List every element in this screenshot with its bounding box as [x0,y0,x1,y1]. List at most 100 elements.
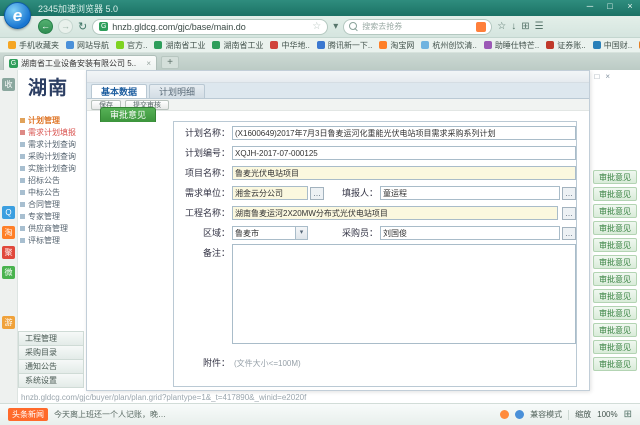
plan-no-input[interactable] [232,146,576,160]
sidebar-nav-item[interactable]: 实施计划查询 [20,162,84,174]
buyer-picker-button[interactable]: … [562,227,576,240]
sidebar-shortcut-icon[interactable]: 游 [2,316,15,329]
search-input[interactable] [362,22,472,31]
address-dropdown-icon[interactable]: ▾ [333,21,338,32]
approval-opinion-button[interactable]: 审批意见 [593,272,637,286]
bookmark-favicon [421,41,429,49]
bookmark-star-icon[interactable]: ☆ [312,21,321,32]
approval-opinion-button[interactable]: 审批意见 [593,306,637,320]
remark-textarea[interactable] [232,244,576,344]
nav-group-bar[interactable]: 系统设置 [18,373,84,388]
nav-group-bar[interactable]: 采购目录 [18,345,84,360]
bookmark-favicon [154,41,162,49]
bookmark-item[interactable]: 淘宝网 [379,40,414,51]
compat-mode-icon[interactable] [515,410,524,419]
approval-opinion-button[interactable]: 审批意见 [593,340,637,354]
news-ticker[interactable]: 今天离上班还一个人记账，晚… [54,409,494,420]
bookmark-item[interactable]: 助睡仕特芒.. [484,40,539,51]
approval-opinion-button[interactable]: 审批意见 [593,170,637,184]
eng-name-picker-button[interactable]: … [562,207,576,220]
new-tab-button[interactable]: + [161,56,179,69]
inner-maximize-icon[interactable]: □ [594,72,599,81]
browser-content: 收 Q 淘 聚 微 游 湖南 □ × [0,70,640,403]
bookmark-item[interactable]: 中华地.. [270,40,309,51]
demand-unit-input[interactable] [232,186,308,200]
bookmark-item[interactable]: 湖南省工业 [154,40,205,51]
plan-name-input[interactable] [232,126,576,140]
bookmark-item[interactable]: 中国财.. [593,40,632,51]
close-button[interactable]: × [624,1,636,11]
back-button[interactable]: ← [38,19,53,34]
filler-picker-button[interactable]: … [562,187,576,200]
tab-basic-data[interactable]: 基本数据 [91,84,147,98]
sidebar-nav-item[interactable]: 采购计划查询 [20,150,84,162]
url-text[interactable]: hnzb.gldcg.com/gjc/base/main.do [112,22,308,32]
search-box[interactable] [343,19,492,35]
browser-logo[interactable]: e [4,2,31,29]
compat-mode-label[interactable]: 兼容模式 [530,409,562,420]
eng-name-input[interactable] [232,206,558,220]
approval-opinion-button[interactable]: 审批意见 [593,323,637,337]
plan-form: 计划名称： 计划编号： 项目名称： 需求单位： … [173,121,577,387]
nav-label: 合同管理 [28,199,60,210]
approval-opinion-button[interactable]: 审批意见 [593,221,637,235]
nav-bullet-icon [20,238,25,243]
approval-section-tab[interactable]: 审批意见 [100,107,156,122]
download-icon[interactable]: ↓ [511,21,516,32]
approval-opinion-button[interactable]: 审批意见 [593,204,637,218]
sidebar-nav-item[interactable]: 需求计划查询 [20,138,84,150]
approval-opinion-button[interactable]: 审批意见 [593,357,637,371]
panel-grid-icon[interactable]: ⊞ [624,409,632,420]
sidebar-nav-item[interactable]: 合同管理 [20,198,84,210]
refresh-button[interactable]: ↻ [78,20,87,33]
inner-close-icon[interactable]: × [605,72,610,81]
forward-button[interactable]: → [58,19,73,34]
news-badge[interactable]: 头条新闻 [8,408,48,421]
bookmark-label: 中华地.. [281,40,309,51]
approval-opinion-button[interactable]: 审批意见 [593,187,637,201]
approval-opinion-button[interactable]: 审批意见 [593,255,637,269]
sidebar-nav: 计划管理 需求计划填报 需求计划查询 采购计划查询 [20,114,84,246]
coupon-icon[interactable] [476,22,486,32]
menu-icon[interactable]: ☰ [535,21,544,32]
bookmark-item[interactable]: 证券账.. [546,40,585,51]
bookmark-item[interactable]: 官方.. [116,40,147,51]
bookmark-item[interactable]: 湖南省工业 [212,40,263,51]
sidebar-nav-item[interactable]: 评标管理 [20,234,84,246]
maximize-button[interactable]: □ [604,1,616,11]
sidebar-shortcut-icon[interactable]: 淘 [2,226,15,239]
favorites-icon[interactable]: ☆ [497,21,506,32]
sidebar-nav-item[interactable]: 专家管理 [20,210,84,222]
nav-group-bar[interactable]: 通知公告 [18,359,84,374]
bookmark-item[interactable]: 手机收藏夹 [8,40,59,51]
demand-unit-row: 需求单位： … 填报人： … [174,186,576,202]
browser-tab[interactable]: G 湖南省工业设备安装有限公司 5.. × [3,55,157,70]
zoom-value[interactable]: 100% [597,410,617,419]
sidebar-shortcut-icon[interactable]: Q [2,206,15,219]
bookmark-item[interactable]: 网站导航 [66,40,109,51]
sidebar-shortcut-icon[interactable]: 聚 [2,246,15,259]
bookmark-item[interactable]: 杭州创饮清.. [421,40,476,51]
sidebar-nav-item[interactable]: 中标公告 [20,186,84,198]
sidebar-nav-item[interactable]: 计划管理 [20,114,84,126]
minimize-button[interactable]: ─ [584,1,596,11]
tab-plan-detail[interactable]: 计划明细 [149,84,205,98]
sidebar-nav-item[interactable]: 招标公告 [20,174,84,186]
buyer-input[interactable] [380,226,560,240]
approval-opinion-button[interactable]: 审批意见 [593,289,637,303]
sidebar-shortcut-icon[interactable]: 收 [2,78,15,91]
nav-group-bar[interactable]: 工程管理 [18,331,84,346]
demand-unit-picker-button[interactable]: … [310,187,324,200]
approval-opinion-button[interactable]: 审批意见 [593,238,637,252]
tab-close-icon[interactable]: × [146,59,151,68]
address-bar[interactable]: G hnzb.gldcg.com/gjc/base/main.do ☆ [92,19,328,35]
bookmark-item[interactable]: 腾讯新一下.. [317,40,372,51]
speedup-icon[interactable] [500,410,509,419]
sidebar-nav-item[interactable]: 需求计划填报 [20,126,84,138]
region-select[interactable]: 鲁麦市 ▾ [232,226,308,240]
apps-icon[interactable]: ⊞ [521,21,529,32]
project-name-input[interactable] [232,166,576,180]
sidebar-nav-item[interactable]: 供应商管理 [20,222,84,234]
filler-input[interactable] [380,186,560,200]
sidebar-shortcut-icon[interactable]: 微 [2,266,15,279]
